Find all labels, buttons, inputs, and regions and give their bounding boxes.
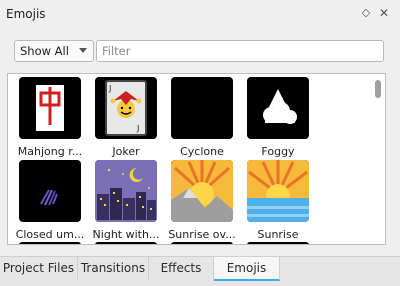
foggy-icon [247, 77, 309, 139]
night-city-icon [95, 160, 157, 222]
svg-text:J: J [108, 84, 111, 93]
emoji-item-night-city[interactable]: Night with... [88, 160, 164, 241]
svg-text:J: J [136, 124, 139, 133]
emoji-item-joker[interactable]: J J Joker [88, 77, 164, 158]
vertical-scrollbar[interactable] [371, 74, 385, 244]
emoji-item-closed-umbrella[interactable]: Closed um... [12, 160, 88, 241]
emoji-item-sunrise[interactable]: Sunrise [240, 160, 316, 241]
tab-transitions[interactable]: Transitions [78, 257, 149, 281]
show-filter-dropdown[interactable]: Show All [14, 40, 94, 62]
emoji-item-sunrise-mountains[interactable]: Sunrise ov... [164, 160, 240, 241]
emoji-label: Foggy [261, 145, 295, 158]
panel-titlebar: Emojis ◇ ✕ [0, 0, 400, 28]
close-panel-icon[interactable]: ✕ [376, 5, 392, 21]
emoji-item-cyclone[interactable]: Cyclone [164, 77, 240, 158]
emoji-item-foggy[interactable]: Foggy [240, 77, 316, 158]
mahjong-tile-icon [19, 77, 81, 139]
tab-effects[interactable]: Effects [149, 257, 214, 281]
emoji-item-partial[interactable] [240, 242, 316, 244]
tab-project-files[interactable]: Project Files [0, 257, 78, 281]
tab-emojis[interactable]: Emojis [214, 257, 280, 281]
emoji-label: Night with... [92, 228, 160, 241]
closed-umbrella-icon [19, 160, 81, 222]
chevron-down-icon [79, 48, 87, 53]
float-panel-icon[interactable]: ◇ [358, 5, 374, 21]
sunrise-over-mountains-icon [171, 160, 233, 222]
emoji-label: Cyclone [180, 145, 224, 158]
joker-card-icon: J J [95, 77, 157, 139]
cyclone-icon [171, 77, 233, 139]
emoji-item-partial[interactable] [12, 242, 88, 244]
emoji-label: Closed um... [15, 228, 85, 241]
emoji-label: Sunrise [257, 228, 299, 241]
emoji-label: Sunrise ov... [168, 228, 236, 241]
emoji-list[interactable]: Mahjong r... J J Joker Cyclone Foggy Clo… [7, 73, 386, 245]
dock-tab-bar: Project Files Transitions Effects Emojis [0, 256, 400, 286]
emoji-item-partial[interactable] [164, 242, 240, 244]
emoji-item-mahjong[interactable]: Mahjong r... [12, 77, 88, 158]
panel-title: Emojis [6, 7, 46, 21]
filter-input[interactable] [96, 40, 384, 62]
emoji-label: Joker [112, 145, 140, 158]
dropdown-value: Show All [20, 44, 69, 58]
scrollbar-thumb[interactable] [375, 80, 381, 98]
sunrise-icon [247, 160, 309, 222]
emoji-label: Mahjong r... [17, 145, 83, 158]
emoji-item-partial[interactable] [88, 242, 164, 244]
